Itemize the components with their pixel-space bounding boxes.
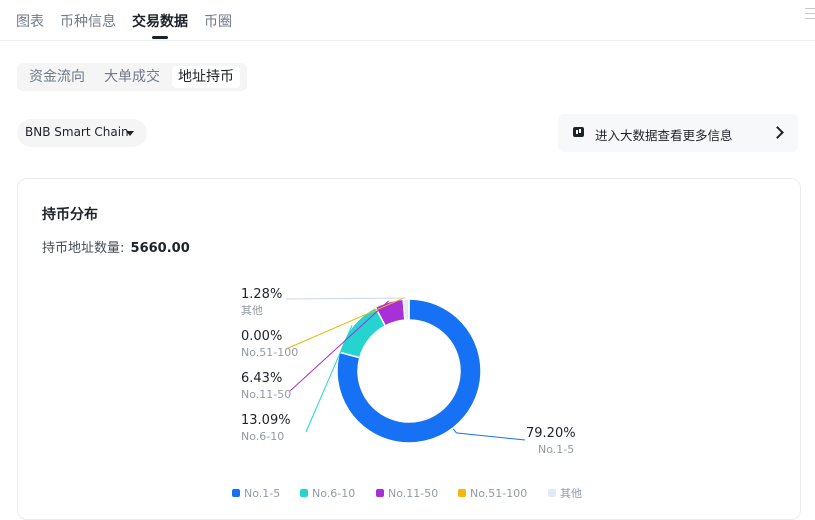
- slice-percent-label: 1.28%: [241, 287, 282, 302]
- legend-label: No.1-5: [244, 487, 280, 500]
- donut-slice-4[interactable]: [402, 298, 410, 321]
- legend-item[interactable]: 其他: [548, 487, 582, 500]
- leader-line-0: [452, 428, 526, 441]
- chain-select[interactable]: BNB Smart Chain: [17, 119, 147, 147]
- active-tab-indicator: [152, 36, 168, 39]
- legend-swatch: [548, 489, 556, 497]
- bigdata-link-label: 进入大数据查看更多信息: [595, 128, 733, 143]
- slice-name-label: 其他: [241, 304, 263, 317]
- legend-swatch: [376, 489, 384, 497]
- legend-swatch: [300, 489, 308, 497]
- holdings-card: 持币分布 持币地址数量: 5660.00 79.20% No.1-5 13.09% N…: [17, 178, 801, 520]
- slice-percent-label: 79.20%: [526, 426, 576, 441]
- slice-name-label: No.6-10: [241, 430, 284, 443]
- slice-name-label: No.11-50: [241, 388, 291, 401]
- legend-label: 其他: [560, 487, 582, 500]
- slice-name-label: No.1-5: [538, 443, 574, 456]
- tab-coin-info[interactable]: 币种信息: [60, 11, 116, 31]
- menu-icon[interactable]: [805, 8, 815, 22]
- legend-item[interactable]: No.11-50: [376, 487, 438, 500]
- tab-chart[interactable]: 图表: [16, 11, 44, 31]
- slice-percent-label: 13.09%: [241, 413, 291, 428]
- legend-swatch: [458, 489, 466, 497]
- legend-item[interactable]: No.6-10: [300, 487, 355, 500]
- legend-item[interactable]: No.1-5: [232, 487, 280, 500]
- tab-trading-data[interactable]: 交易数据: [132, 11, 188, 31]
- sub-tab-fund-flow[interactable]: 资金流向: [25, 66, 89, 88]
- sub-tab-address-holdings[interactable]: 地址持币: [172, 66, 240, 88]
- holdings-donut-chart: 79.20% No.1-5 13.09% No.6-10 6.43% No.11-50 0.…: [232, 287, 582, 500]
- legend-label: No.11-50: [388, 487, 438, 500]
- slice-percent-label: 6.43%: [241, 371, 282, 386]
- leader-line-4: [285, 297, 407, 300]
- slice-name-label: No.51-100: [241, 346, 298, 359]
- legend-swatch: [232, 489, 240, 497]
- caret-down-icon: [126, 131, 134, 136]
- chain-select-value: BNB Smart Chain: [25, 125, 129, 139]
- legend-label: No.6-10: [312, 487, 355, 500]
- tab-community[interactable]: 币圈: [204, 11, 232, 31]
- donut-slice-1[interactable]: [338, 306, 387, 359]
- legend-item[interactable]: No.51-100: [458, 487, 527, 500]
- top-tab-bar: 图表 币种信息 交易数据 币圈: [0, 0, 815, 41]
- slice-percent-label: 0.00%: [241, 329, 282, 344]
- chevron-right-icon: [771, 126, 784, 139]
- sub-tab-large-trades[interactable]: 大单成交: [100, 66, 164, 88]
- data-chart-icon: [573, 127, 584, 137]
- sub-tab-group: 资金流向 大单成交 地址持币: [17, 63, 247, 91]
- legend-label: No.51-100: [470, 487, 527, 500]
- bigdata-link-button[interactable]: 进入大数据查看更多信息: [558, 114, 798, 152]
